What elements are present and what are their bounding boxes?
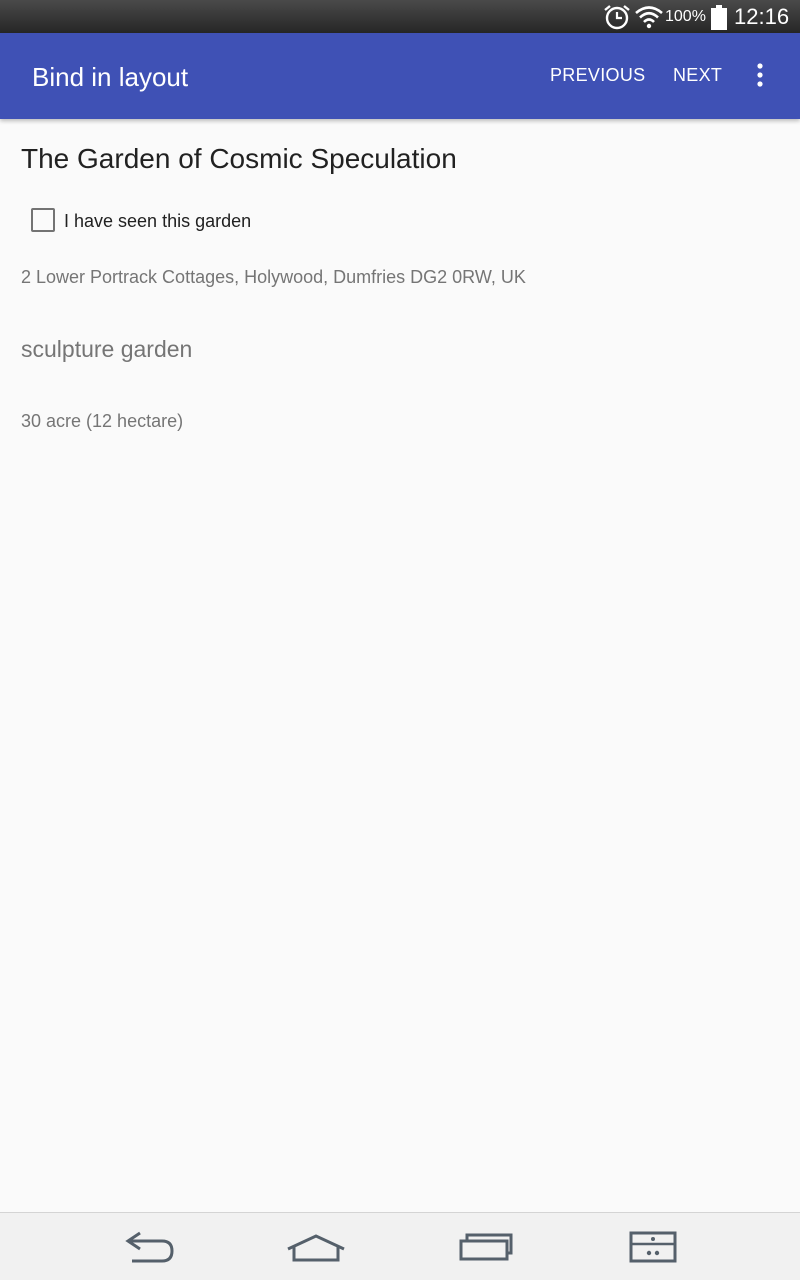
seen-checkbox[interactable]	[31, 208, 55, 232]
wifi-icon	[634, 5, 664, 29]
seen-checkbox-row[interactable]: I have seen this garden	[29, 207, 329, 235]
garden-name: The Garden of Cosmic Speculation	[21, 143, 457, 174]
seen-checkbox-label[interactable]: I have seen this garden	[64, 210, 251, 232]
back-icon[interactable]	[118, 1229, 176, 1265]
battery-percent: 100%	[665, 8, 706, 25]
battery-icon	[710, 5, 728, 30]
menu-icon[interactable]	[628, 1229, 678, 1265]
previous-button[interactable]: PREVIOUS	[550, 63, 645, 87]
next-button[interactable]: NEXT	[673, 63, 722, 87]
more-vert-icon[interactable]	[748, 61, 772, 89]
garden-address: 2 Lower Portrack Cottages, Holywood, Dum…	[21, 267, 526, 287]
status-clock: 12:16	[734, 4, 790, 29]
garden-type: sculpture garden	[21, 336, 193, 362]
home-icon[interactable]	[285, 1229, 347, 1265]
status-bar: 100% 12:16	[0, 0, 800, 33]
garden-size: 30 acre (12 hectare)	[21, 411, 184, 431]
navigation-bar	[0, 1212, 800, 1280]
app-title: Bind in layout	[32, 62, 189, 92]
app-bar: Bind in layout PREVIOUS NEXT	[0, 33, 800, 119]
alarm-icon	[603, 4, 631, 30]
recent-apps-icon[interactable]	[457, 1229, 515, 1265]
